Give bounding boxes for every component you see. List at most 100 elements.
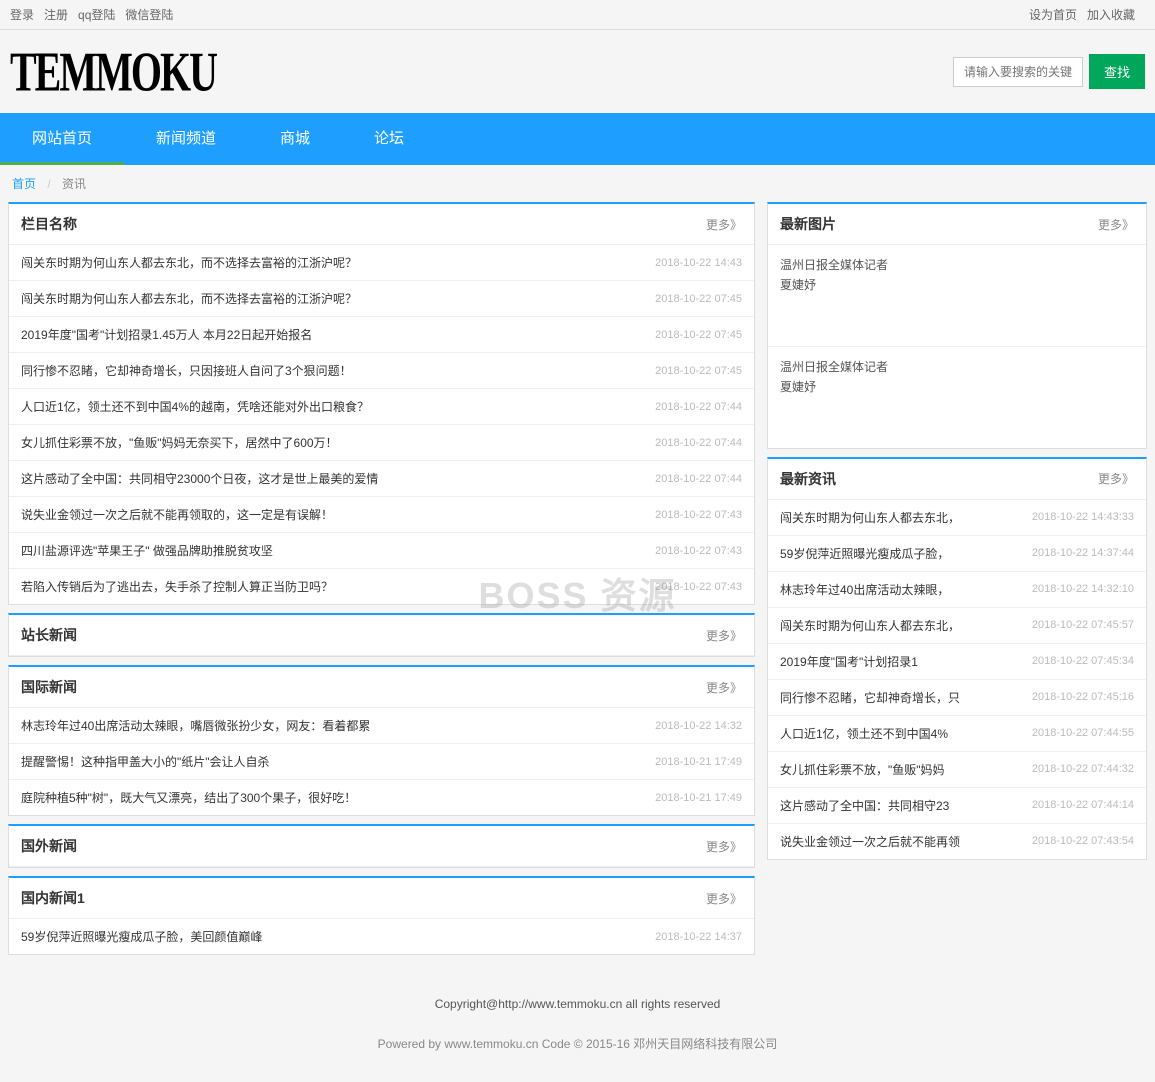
panel: 国际新闻 更多》林志玲年过40出席活动太辣眼，嘴唇微张扮少女，网友：看着都累 201… (8, 665, 755, 816)
search-input[interactable] (953, 57, 1083, 87)
nav-item[interactable]: 商城 (248, 113, 342, 165)
article-title[interactable]: 女儿抓住彩票不放，"鱼贩"妈妈 (780, 761, 945, 778)
nav-item[interactable]: 网站首页 (0, 113, 124, 165)
logo[interactable]: TEMMOKU (10, 39, 216, 105)
list-item: 庭院种植5种"树"，既大气又漂亮，结出了300个果子，很好吃！2018-10-2… (9, 780, 754, 815)
right-column: 最新图片更多》温州日报全媒体记者夏婕妤温州日报全媒体记者夏婕妤最新资讯更多》闯关… (767, 202, 1147, 963)
article-title[interactable]: 人口近1亿，领土还不到中国4% (780, 725, 948, 742)
article-date: 2018-10-22 14:37:44 (1032, 547, 1134, 559)
topbar-link[interactable]: 加入收藏 (1087, 8, 1135, 22)
more-link[interactable]: 更多》 (706, 838, 742, 855)
panel-title: 站长新闻 (21, 625, 77, 645)
top-bar: 登录注册 qq登陆微信登陆 设为首页加入收藏 (0, 0, 1155, 30)
more-link[interactable]: 更多》 (706, 627, 742, 644)
image-block[interactable]: 温州日报全媒体记者夏婕妤 (768, 245, 1146, 347)
article-date: 2018-10-22 07:45:16 (1032, 691, 1134, 703)
breadcrumb: 首页 / 资讯 (0, 165, 1155, 202)
breadcrumb-sep: / (47, 177, 50, 191)
footer-line2: Powered by www.temmoku.cn Code © 2015-16… (0, 1035, 1155, 1052)
image-block[interactable]: 温州日报全媒体记者夏婕妤 (768, 347, 1146, 448)
article-title[interactable]: 这片感动了全中国：共同相守23 (780, 797, 949, 814)
more-link[interactable]: 更多》 (706, 679, 742, 696)
panel-header: 栏目名称 更多》 (9, 204, 754, 245)
article-date: 2018-10-22 07:45:57 (1032, 619, 1134, 631)
article-date: 2018-10-22 07:44 (655, 401, 742, 413)
list-item: 闯关东时期为何山东人都去东北，而不选择去富裕的江浙沪呢？ 2018-10-22 0… (9, 281, 754, 317)
article-title[interactable]: 2019年度"国考"计划招录1 (780, 653, 918, 670)
article-date: 2018-10-22 07:44:14 (1032, 799, 1134, 811)
panel-header: 最新图片 更多》 (768, 204, 1146, 245)
panel-title: 国内新闻1 (21, 888, 85, 908)
list-item: 59岁倪萍近照曝光瘦成瓜子脸，美回颜值巅峰2018-10-22 14:37 (9, 919, 754, 954)
topbar-link[interactable]: 微信登陆 (125, 8, 173, 22)
panel-title: 栏目名称 (21, 214, 77, 234)
image-text: 温州日报全媒体记者 (780, 255, 1134, 275)
main-container: BOSS 资源 栏目名称更多》闯关东时期为何山东人都去东北，而不选择去富裕的江浙… (0, 202, 1155, 983)
topbar-link[interactable]: 设为首页 (1029, 8, 1077, 22)
article-date: 2018-10-22 07:44 (655, 473, 742, 485)
search-button[interactable]: 查找 (1089, 54, 1145, 89)
panel-title: 最新图片 (780, 214, 836, 234)
list-item: 四川盐源评选"苹果王子" 做强品牌助推脱贫攻坚2018-10-22 07:43 (9, 533, 754, 569)
topbar-link[interactable]: qq登陆 (78, 8, 115, 22)
list-item: 林志玲年过40出席活动太辣眼，嘴唇微张扮少女，网友：看着都累 2018-10-22… (9, 708, 754, 744)
list-item: 若陷入传销后为了逃出去，失手杀了控制人算正当防卫吗？2018-10-22 07:… (9, 569, 754, 604)
footer-line1: Copyright@http://www.temmoku.cn all righ… (0, 997, 1155, 1011)
topbar-left: 登录注册 qq登陆微信登陆 (10, 6, 183, 23)
article-title[interactable]: 闯关东时期为何山东人都去东北， (780, 509, 960, 526)
more-link[interactable]: 更多》 (1098, 216, 1134, 233)
list-item: 林志玲年过40出席活动太辣眼， 2018-10-22 14:32:10 (768, 572, 1146, 608)
article-title[interactable]: 庭院种植5种"树"，既大气又漂亮，结出了300个果子，很好吃！ (21, 789, 356, 806)
article-title[interactable]: 提醒警惕！这种指甲盖大小的"纸片"会让人自杀 (21, 753, 270, 770)
more-link[interactable]: 更多》 (706, 890, 742, 907)
list-item: 提醒警惕！这种指甲盖大小的"纸片"会让人自杀2018-10-21 17:49 (9, 744, 754, 780)
article-title[interactable]: 女儿抓住彩票不放，"鱼贩"妈妈无奈买下，居然中了600万！ (21, 434, 338, 451)
article-date: 2018-10-22 07:45 (655, 293, 742, 305)
article-title[interactable]: 同行惨不忍睹，它却神奇增长，只因接班人自问了3个狠问题！ (21, 362, 352, 379)
breadcrumb-current: 资讯 (62, 177, 86, 191)
list-item: 女儿抓住彩票不放，"鱼贩"妈妈无奈买下，居然中了600万！ 2018-10-22 … (9, 425, 754, 461)
article-title[interactable]: 四川盐源评选"苹果王子" 做强品牌助推脱贫攻坚 (21, 542, 273, 559)
article-title[interactable]: 林志玲年过40出席活动太辣眼， (780, 581, 949, 598)
panel: 最新资讯更多》闯关东时期为何山东人都去东北，2018-10-22 14:43:3… (767, 457, 1147, 860)
article-date: 2018-10-22 07:44 (655, 437, 742, 449)
article-date: 2018-10-22 14:32 (655, 720, 742, 732)
footer-link[interactable]: www.temmoku.cn (444, 1037, 538, 1051)
article-list: 林志玲年过40出席活动太辣眼，嘴唇微张扮少女，网友：看着都累 2018-10-22… (9, 708, 754, 815)
article-title[interactable]: 人口近1亿，领土还不到中国4%的越南，凭啥还能对外出口粮食？ (21, 398, 369, 415)
article-date: 2018-10-22 07:43 (655, 509, 742, 521)
panel-title: 国际新闻 (21, 677, 77, 697)
topbar-link[interactable]: 登录 (10, 8, 34, 22)
nav-item[interactable]: 新闻频道 (124, 113, 248, 165)
list-item: 这片感动了全中国：共同相守23000个日夜，这才是世上最美的爱情 2018-10-… (9, 461, 754, 497)
article-title[interactable]: 2019年度"国考"计划招录1.45万人 本月22日起开始报名 (21, 326, 312, 343)
topbar-link[interactable]: 注册 (44, 8, 68, 22)
article-title[interactable]: 同行惨不忍睹，它却神奇增长，只 (780, 689, 960, 706)
article-date: 2018-10-22 14:32:10 (1032, 583, 1134, 595)
article-title[interactable]: 说失业金领过一次之后就不能再领取的，这一定是有误解！ (21, 506, 333, 523)
article-title[interactable]: 林志玲年过40出席活动太辣眼，嘴唇微张扮少女，网友：看着都累 (21, 717, 370, 734)
article-title[interactable]: 闯关东时期为何山东人都去东北，而不选择去富裕的江浙沪呢？ (21, 254, 357, 271)
more-link[interactable]: 更多》 (1098, 470, 1134, 487)
list-item: 说失业金领过一次之后就不能再领取的，这一定是有误解！ 2018-10-22 07:… (9, 497, 754, 533)
more-link[interactable]: 更多》 (706, 216, 742, 233)
panel: 国内新闻1 更多》 59岁倪萍近照曝光瘦成瓜子脸，美回颜值巅峰2018-10-22 … (8, 876, 755, 955)
list-item: 这片感动了全中国：共同相守23 2018-10-22 07:44:14 (768, 788, 1146, 824)
article-date: 2018-10-22 07:44:32 (1032, 763, 1134, 775)
nav-item[interactable]: 论坛 (342, 113, 436, 165)
article-title[interactable]: 59岁倪萍近照曝光瘦成瓜子脸， (780, 545, 949, 562)
article-title[interactable]: 这片感动了全中国：共同相守23000个日夜，这才是世上最美的爱情 (21, 470, 378, 487)
article-title[interactable]: 闯关东时期为何山东人都去东北， (780, 617, 960, 634)
article-list: 闯关东时期为何山东人都去东北，而不选择去富裕的江浙沪呢？2018-10-22 1… (9, 245, 754, 604)
article-title[interactable]: 59岁倪萍近照曝光瘦成瓜子脸，美回颜值巅峰 (21, 928, 262, 945)
article-list: 59岁倪萍近照曝光瘦成瓜子脸，美回颜值巅峰2018-10-22 14:37 (9, 919, 754, 954)
article-title[interactable]: 说失业金领过一次之后就不能再领 (780, 833, 960, 850)
article-title[interactable]: 若陷入传销后为了逃出去，失手杀了控制人算正当防卫吗？ (21, 578, 333, 595)
breadcrumb-home[interactable]: 首页 (12, 177, 36, 191)
left-column: 栏目名称更多》闯关东时期为何山东人都去东北，而不选择去富裕的江浙沪呢？2018-… (8, 202, 755, 963)
article-title[interactable]: 闯关东时期为何山东人都去东北，而不选择去富裕的江浙沪呢？ (21, 290, 357, 307)
image-text: 夏婕妤 (780, 377, 1134, 397)
list-item: 闯关东时期为何山东人都去东北，而不选择去富裕的江浙沪呢？2018-10-22 1… (9, 245, 754, 281)
list-item: 2019年度"国考"计划招录1.45万人 本月22日起开始报名2018-10-2… (9, 317, 754, 353)
list-item: 同行惨不忍睹，它却神奇增长，只因接班人自问了3个狠问题！2018-10-22 0… (9, 353, 754, 389)
